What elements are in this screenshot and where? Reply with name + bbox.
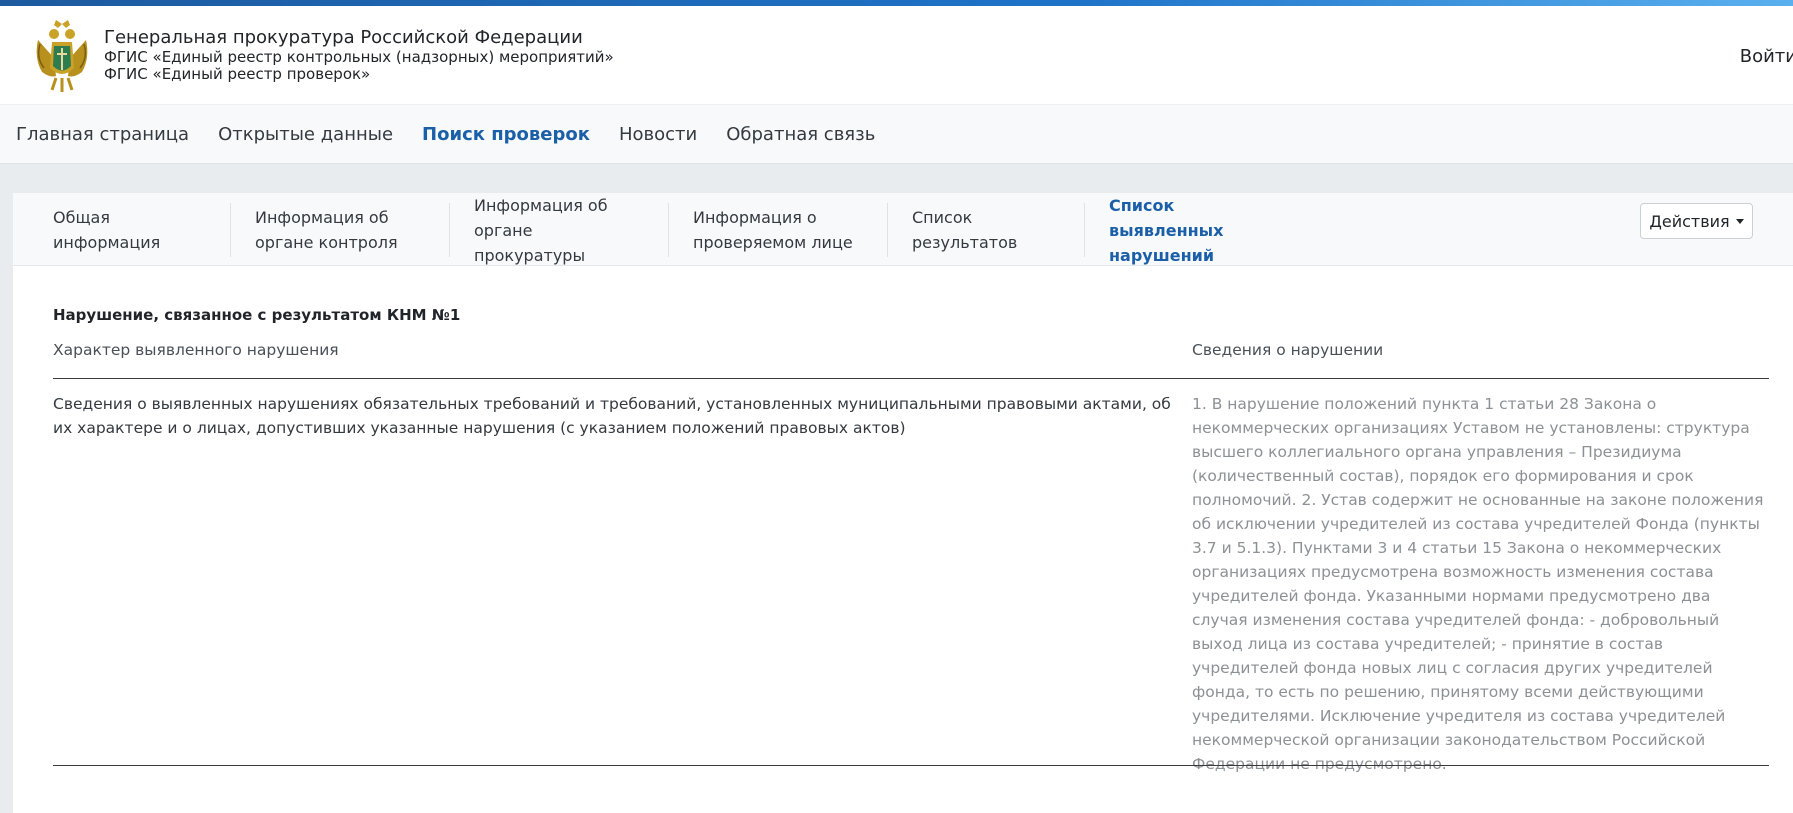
nav-news[interactable]: Новости bbox=[619, 124, 697, 145]
site-subtitle-primary: ФГИС «Единый реестр контрольных (надзорн… bbox=[104, 47, 614, 66]
violation-character-text: Сведения о выявленных нарушениях обязате… bbox=[53, 395, 1171, 437]
main-navigation: Главная страница Открытые данные Поиск п… bbox=[0, 104, 1793, 164]
actions-dropdown-button[interactable]: Действия bbox=[1640, 203, 1753, 239]
caret-down-icon bbox=[1735, 218, 1744, 224]
violation-title: Нарушение, связанное с результатом КНМ №… bbox=[53, 306, 461, 324]
nav-feedback[interactable]: Обратная связь bbox=[726, 124, 875, 145]
row-divider bbox=[53, 765, 1769, 766]
nav-home[interactable]: Главная страница bbox=[16, 124, 189, 145]
violation-details-text: 1. В нарушение положений пункта 1 статьи… bbox=[1192, 395, 1764, 773]
tab-general-info[interactable]: Общая информация bbox=[53, 203, 205, 257]
site-header: Генеральная прокуратура Российской Федер… bbox=[0, 6, 1793, 104]
column-header-character: Характер выявленного нарушения bbox=[53, 341, 339, 359]
site-title: Генеральная прокуратура Российской Федер… bbox=[104, 27, 583, 48]
tab-divider bbox=[887, 203, 888, 257]
site-subtitle-secondary: ФГИС «Единый реестр проверок» bbox=[104, 64, 371, 83]
inspection-card: Общая информация Информация об органе ко… bbox=[13, 193, 1793, 813]
column-header-details: Сведения о нарушении bbox=[1192, 341, 1384, 359]
nav-open-data[interactable]: Открытые данные bbox=[218, 124, 393, 145]
login-link[interactable]: Войти bbox=[1740, 46, 1793, 67]
tab-divider bbox=[449, 203, 450, 257]
tab-divider bbox=[1084, 203, 1085, 257]
tab-inspected-entity[interactable]: Информация о проверяемом лице bbox=[693, 203, 853, 257]
header-divider bbox=[53, 378, 1769, 379]
nav-search-inspections[interactable]: Поиск проверок bbox=[422, 124, 590, 145]
tab-results-list[interactable]: Список результатов bbox=[912, 203, 1082, 257]
tab-prosecutor-office[interactable]: Информация об органе прокуратуры bbox=[474, 196, 644, 265]
inspection-tabs: Общая информация Информация об органе ко… bbox=[13, 193, 1793, 266]
tab-violations-list[interactable]: Список выявленных нарушений bbox=[1109, 196, 1279, 265]
tab-control-authority[interactable]: Информация об органе контроля bbox=[255, 203, 405, 257]
tab-divider bbox=[668, 203, 669, 257]
tab-divider bbox=[230, 203, 231, 257]
coat-of-arms-icon bbox=[36, 20, 88, 92]
header-titles: Генеральная прокуратура Российской Федер… bbox=[104, 27, 614, 83]
actions-label: Действия bbox=[1649, 211, 1730, 231]
